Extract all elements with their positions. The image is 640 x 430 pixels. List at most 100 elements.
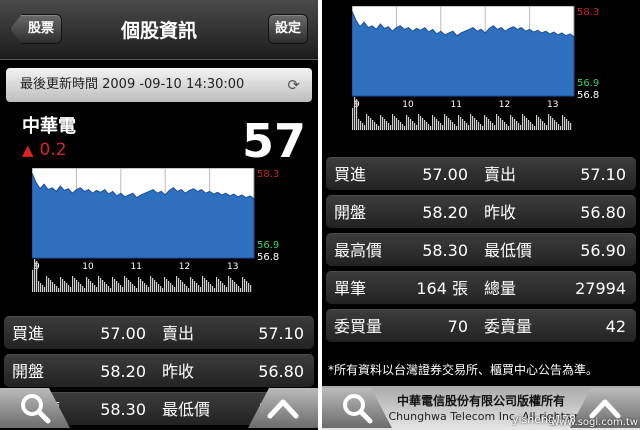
volume-bar — [206, 280, 208, 292]
volume-bar — [76, 280, 78, 292]
volume-bar — [130, 282, 132, 292]
volume-bar — [454, 124, 456, 130]
volume-bar — [184, 284, 186, 292]
intraday-chart: 58.356.956.8910111213 — [32, 168, 314, 308]
volume-bar — [132, 284, 134, 292]
volume-bar — [44, 287, 46, 292]
volume-bar — [36, 261, 38, 292]
volume-bar — [204, 278, 206, 292]
volume-bar — [462, 119, 464, 130]
volume-bar — [352, 108, 354, 130]
volume-bar — [490, 121, 492, 130]
x-tick: 11 — [131, 262, 142, 272]
volume-bar — [108, 286, 110, 292]
volume-bar — [420, 116, 422, 130]
volume-bar — [170, 283, 172, 292]
low-label: 56.8 — [257, 252, 279, 263]
volume-bar — [104, 282, 106, 292]
volume-bar — [456, 126, 458, 130]
volume-bar — [112, 277, 114, 292]
volume-bar — [90, 281, 92, 292]
refresh-icon[interactable]: ⟳ — [287, 68, 300, 102]
volume-bar — [156, 282, 158, 292]
volume-bar — [128, 280, 130, 292]
quote-row: 最高價 58.30 最低價 56.90 — [326, 233, 636, 266]
row-label: 買進 — [334, 165, 367, 184]
volume-bar — [186, 286, 188, 292]
row-value: 58.30 — [100, 400, 146, 419]
site-watermark: www.sogi.com.tw — [550, 417, 638, 428]
volume-bar — [494, 125, 496, 130]
volume-bar — [188, 288, 190, 292]
volume-bar — [58, 288, 60, 292]
volume-bar — [116, 281, 118, 292]
volume-bar — [62, 279, 64, 292]
volume-bar — [474, 118, 476, 130]
volume-bar — [368, 116, 370, 130]
volume-bar — [230, 278, 232, 292]
quote-row: 買進 57.00 賣出 57.10 — [326, 157, 636, 190]
volume-bar — [192, 279, 194, 292]
volume-bar — [522, 114, 524, 130]
volume-bar — [446, 116, 448, 130]
volume-bar — [434, 117, 436, 130]
volume-bar — [32, 270, 34, 292]
volume-bar — [552, 118, 554, 130]
volume-bar — [236, 284, 238, 292]
volume-bar — [374, 122, 376, 130]
volume-bar — [118, 283, 120, 292]
volume-bar — [94, 285, 96, 292]
volume-bar — [416, 125, 418, 130]
volume-bar — [64, 281, 66, 292]
volume-bar — [566, 119, 568, 130]
volume-bar — [232, 280, 234, 292]
volume-bar — [486, 117, 488, 130]
volume-bar — [482, 126, 484, 130]
intraday-chart: 58.356.956.8910111213 — [352, 6, 634, 146]
volume-bar — [556, 122, 558, 130]
volume-bar — [430, 126, 432, 130]
x-tick: 13 — [547, 100, 558, 110]
chart-svg: 58.356.956.8910111213 — [32, 168, 279, 292]
volume-bar — [216, 277, 218, 292]
row-label: 開盤 — [12, 362, 45, 381]
volume-bar — [48, 278, 50, 292]
volume-bar — [540, 119, 542, 130]
volume-bar — [84, 288, 86, 292]
settings-button[interactable]: 設定 — [268, 14, 308, 44]
volume-bar — [388, 123, 390, 130]
x-tick: 13 — [227, 262, 238, 272]
row-label: 賣出 — [162, 324, 195, 343]
volume-bar — [150, 276, 152, 292]
last-label: 56.9 — [257, 240, 279, 251]
volume-bar — [480, 124, 482, 130]
volume-bar — [404, 126, 406, 130]
current-price: 57 — [241, 114, 306, 168]
volume-bar — [438, 121, 440, 130]
disclaimer-note: *所有資料以台灣證券交易所、櫃買中心公告為準。 — [328, 363, 599, 377]
volume-bar — [380, 115, 382, 130]
volume-bar — [60, 277, 62, 292]
row-value: 57.10 — [258, 324, 304, 343]
volume-bar — [74, 278, 76, 292]
volume-bar — [180, 280, 182, 292]
volume-bar — [42, 285, 44, 292]
row-value: 164 張 — [416, 279, 468, 298]
quote-row: 買進 57.00 賣出 57.10 — [4, 316, 314, 349]
x-tick: 10 — [82, 262, 94, 272]
volume-bar — [218, 279, 220, 292]
volume-bar — [120, 285, 122, 292]
volume-bar — [464, 121, 466, 130]
update-time: 最後更新時間 2009 -09-10 14:30:00 — [20, 77, 245, 92]
volume-bar — [470, 114, 472, 130]
volume-bar — [440, 123, 442, 130]
volume-bar — [360, 121, 362, 130]
row-label: 最高價 — [334, 241, 383, 260]
chevron-up-icon — [267, 399, 299, 419]
volume-bar — [96, 287, 98, 292]
last-label: 56.9 — [577, 78, 599, 89]
volume-bar — [122, 287, 124, 292]
volume-bar — [568, 121, 570, 130]
volume-bar — [548, 114, 550, 130]
volume-bar — [370, 118, 372, 130]
